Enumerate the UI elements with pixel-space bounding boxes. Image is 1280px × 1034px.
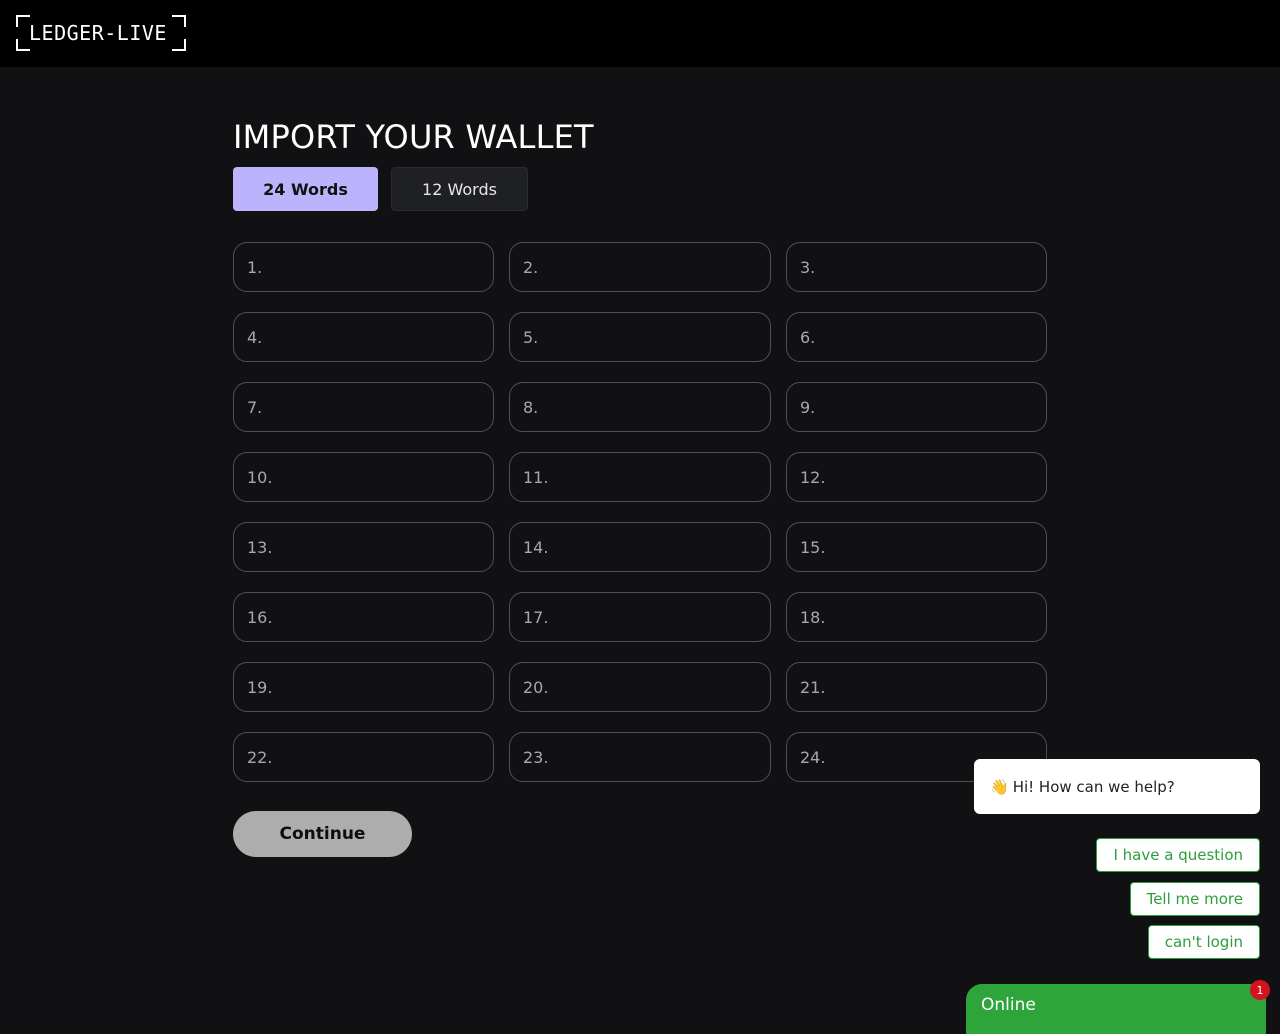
word-field-22[interactable] (233, 732, 494, 782)
word-field-4[interactable] (233, 312, 494, 362)
word-field-10[interactable] (233, 452, 494, 502)
word-field-18[interactable] (786, 592, 1047, 642)
quick-reply-question[interactable]: I have a question (1096, 838, 1260, 872)
word-field-14[interactable] (509, 522, 771, 572)
quick-reply-tell-more[interactable]: Tell me more (1129, 882, 1260, 916)
chat-greeting-bubble: 👋 Hi! How can we help? (974, 759, 1260, 814)
word-field-2[interactable] (509, 242, 771, 292)
word-field-16[interactable] (233, 592, 494, 642)
word-field-3[interactable] (786, 242, 1047, 292)
word-field-1[interactable] (233, 242, 494, 292)
word-field-20[interactable] (509, 662, 771, 712)
word-field-21[interactable] (786, 662, 1047, 712)
word-field-15[interactable] (786, 522, 1047, 572)
word-field-7[interactable] (233, 382, 494, 432)
word-field-17[interactable] (509, 592, 771, 642)
top-bar: LEDGER-LIVE (0, 0, 1280, 67)
tab-12-words[interactable]: 12 Words (391, 167, 528, 211)
page-title: IMPORT YOUR WALLET (233, 118, 594, 156)
word-field-19[interactable] (233, 662, 494, 712)
waving-hand-icon: 👋 (990, 777, 1009, 796)
recovery-words-grid (233, 242, 1047, 782)
word-field-5[interactable] (509, 312, 771, 362)
logo-corner (16, 15, 30, 27)
chat-greeting-text: Hi! How can we help? (1012, 777, 1175, 796)
logo-corner (16, 39, 30, 51)
unread-badge: 1 (1250, 980, 1270, 1000)
chat-status-label: Online (981, 995, 1036, 1015)
word-field-13[interactable] (233, 522, 494, 572)
tab-24-words[interactable]: 24 Words (233, 167, 378, 211)
ledger-live-logo[interactable]: LEDGER-LIVE (16, 15, 186, 51)
word-field-11[interactable] (509, 452, 771, 502)
logo-corner (172, 15, 186, 27)
logo-text: LEDGER-LIVE (29, 21, 167, 45)
word-field-8[interactable] (509, 382, 771, 432)
quick-reply-cant-login[interactable]: can't login (1147, 925, 1260, 959)
logo-corner (172, 39, 186, 51)
word-field-23[interactable] (509, 732, 771, 782)
continue-button[interactable]: Continue (233, 811, 412, 857)
word-field-6[interactable] (786, 312, 1047, 362)
word-field-12[interactable] (786, 452, 1047, 502)
chat-launcher[interactable]: Online (966, 984, 1266, 1034)
word-field-9[interactable] (786, 382, 1047, 432)
